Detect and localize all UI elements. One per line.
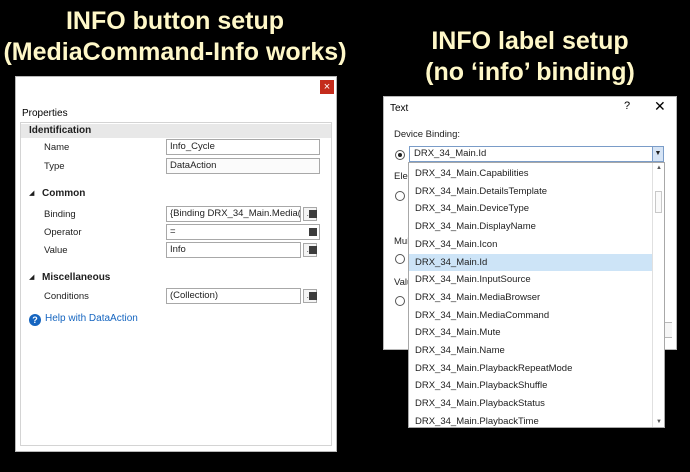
conditions-label: Conditions — [44, 291, 89, 302]
dropdown-item[interactable]: DRX_34_Main.MediaBrowser — [409, 289, 652, 306]
device-binding-radio[interactable] — [395, 150, 405, 160]
name-label: Name — [44, 142, 70, 153]
right-heading-line2: (no ‘info’ binding) — [425, 58, 635, 86]
dropdown-item[interactable]: DRX_34_Main.PlaybackStatus — [409, 395, 652, 412]
dropdown-item[interactable]: DRX_34_Main.DeviceType — [409, 200, 652, 217]
value-label: Value — [44, 245, 68, 256]
binding-label: Binding — [44, 209, 76, 220]
help-link-label: Help with DataAction — [45, 313, 138, 324]
device-binding-selected: DRX_34_Main.Id — [414, 148, 487, 159]
dropdown-item[interactable]: DRX_34_Main.DisplayName — [409, 218, 652, 235]
scroll-thumb[interactable] — [655, 191, 662, 213]
close-icon[interactable]: ✕ — [654, 98, 666, 115]
properties-title: Properties — [22, 108, 68, 119]
type-label: Type — [44, 161, 65, 172]
scroll-up-icon[interactable]: ▲ — [656, 165, 662, 171]
dropdown-item[interactable]: DRX_34_Main.PlaybackRepeatMode — [409, 360, 652, 377]
right-heading-line1: INFO label setup — [431, 27, 629, 55]
dropdown-item[interactable]: DRX_34_Main.PlaybackShuffle — [409, 377, 652, 394]
left-heading-line2: (MediaCommand-Info works) — [3, 38, 347, 66]
properties-window: × Properties Identification Name Info_Cy… — [15, 76, 337, 452]
section-miscellaneous-label: Miscellaneous — [42, 272, 111, 283]
element-radio[interactable] — [395, 191, 405, 201]
close-icon[interactable]: × — [320, 80, 334, 94]
section-miscellaneous[interactable]: ◢ Miscellaneous — [21, 271, 331, 285]
type-field: DataAction — [166, 158, 320, 174]
binding-marker-icon[interactable] — [309, 210, 317, 218]
left-heading: INFO button setup (MediaCommand-Info wor… — [0, 6, 350, 68]
section-identification-label: Identification — [29, 125, 92, 136]
dropdown-item[interactable]: DRX_34_Main.Name — [409, 342, 652, 359]
conditions-marker-icon[interactable] — [309, 292, 317, 300]
section-common-label: Common — [42, 188, 86, 199]
dropdown-item[interactable]: DRX_34_Main.DetailsTemplate — [409, 183, 652, 200]
scroll-down-icon[interactable]: ▼ — [656, 419, 662, 425]
dropdown-item[interactable]: DRX_34_Main.MediaCommand — [409, 307, 652, 324]
dropdown-item[interactable]: DRX_34_Main.Id — [409, 253, 652, 271]
value-field[interactable]: Info — [166, 242, 301, 258]
property-grid: Identification Name Info_Cycle Type Data… — [20, 122, 332, 446]
help-icon[interactable]: ? — [624, 100, 630, 112]
name-field[interactable]: Info_Cycle — [166, 139, 320, 155]
collapse-triangle-icon[interactable]: ◢ — [29, 271, 34, 285]
dropdown-item[interactable]: DRX_34_Main.Mute — [409, 324, 652, 341]
binding-field[interactable]: {Binding DRX_34_Main.Media( — [166, 206, 301, 222]
help-icon: ? — [29, 314, 41, 326]
value-marker-icon[interactable] — [309, 246, 317, 254]
device-binding-label: Device Binding: — [394, 129, 461, 140]
dropdown-item[interactable]: DRX_34_Main.InputSource — [409, 271, 652, 288]
dialog-button-edge[interactable] — [664, 322, 672, 338]
dropdown-scrollbar[interactable]: ▲ ▼ — [652, 163, 664, 427]
dropdown-item[interactable]: DRX_34_Main.Icon — [409, 236, 652, 253]
value-radio[interactable] — [395, 296, 405, 306]
device-binding-dropdown[interactable]: DRX_34_Main.Capabilities DRX_34_Main.Deta… — [408, 162, 665, 428]
conditions-field[interactable]: (Collection) — [166, 288, 301, 304]
collapse-triangle-icon[interactable]: ◢ — [29, 187, 34, 201]
dropdown-item[interactable]: DRX_34_Main.Capabilities — [409, 165, 652, 182]
help-link[interactable]: ? Help with DataAction — [29, 313, 138, 326]
section-identification[interactable]: Identification — [21, 124, 331, 138]
left-heading-line1: INFO button setup — [65, 7, 285, 35]
operator-marker-icon[interactable] — [309, 228, 317, 236]
operator-select[interactable]: = — [166, 224, 320, 240]
dropdown-item[interactable]: DRX_34_Main.PlaybackTime — [409, 413, 652, 430]
right-heading: INFO label setup (no ‘info’ binding) — [370, 26, 690, 88]
device-binding-combobox[interactable]: DRX_34_Main.Id ▼ — [409, 146, 664, 162]
operator-label: Operator — [44, 227, 82, 238]
multi-radio[interactable] — [395, 254, 405, 264]
text-dialog-title: Text — [390, 103, 409, 114]
section-common[interactable]: ◢ Common — [21, 187, 331, 201]
chevron-down-icon[interactable]: ▼ — [652, 147, 663, 161]
